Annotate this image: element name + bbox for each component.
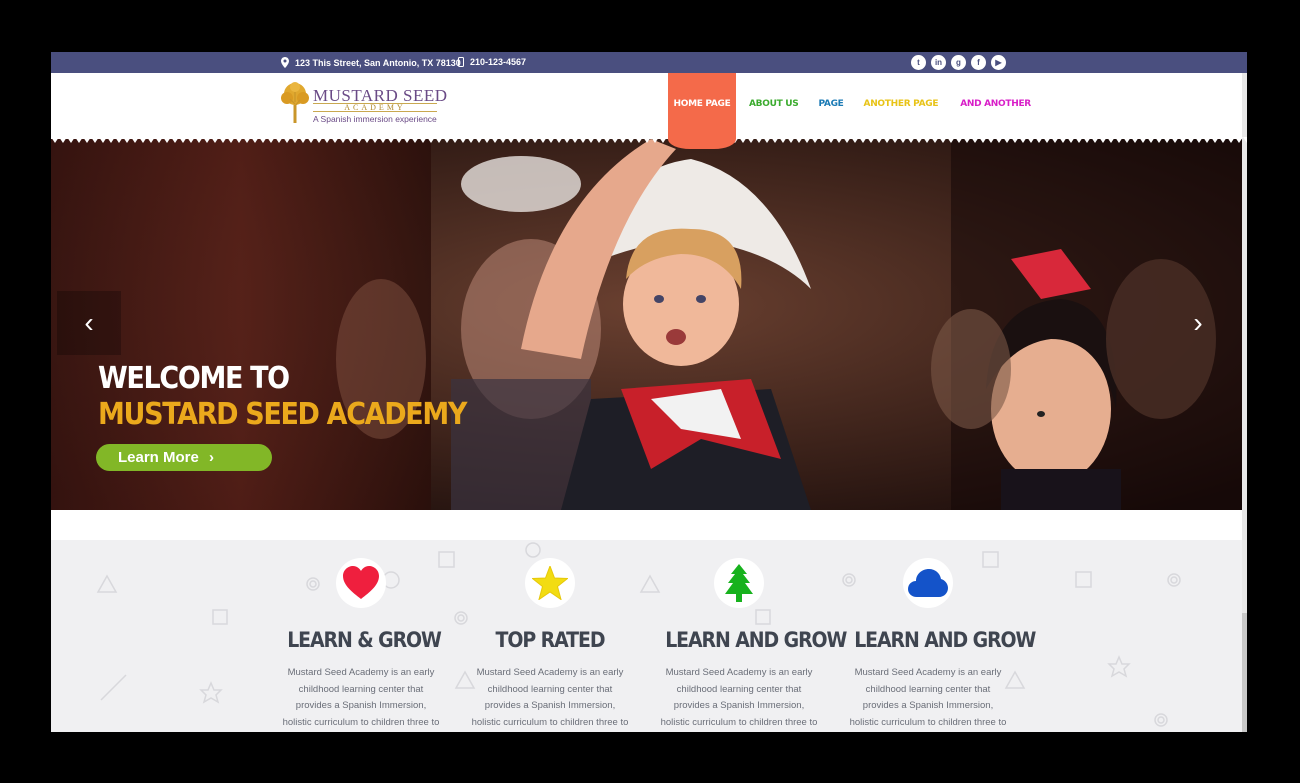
linkedin-icon[interactable]: in bbox=[931, 55, 946, 70]
feature-title: LEARN AND GROW bbox=[854, 628, 1036, 652]
feature-icon-circle bbox=[903, 558, 953, 608]
main-nav: HOME PAGE ABOUT US PAGE ANOTHER PAGE AND… bbox=[668, 73, 1039, 149]
twitter-icon[interactable]: t bbox=[911, 55, 926, 70]
youtube-icon[interactable]: ▶ bbox=[991, 55, 1006, 70]
device-frame: 123 This Street, San Antonio, TX 78130 2… bbox=[0, 0, 1300, 783]
cloud-icon bbox=[908, 569, 948, 597]
decorative-pattern bbox=[96, 542, 1181, 727]
feature-icon-circle bbox=[336, 558, 386, 608]
address-contact: 123 This Street, San Antonio, TX 78130 bbox=[281, 57, 461, 68]
nav-about-us[interactable]: ABOUT US bbox=[741, 73, 806, 139]
feature-title: TOP RATED bbox=[495, 628, 606, 652]
logo-tagline: A Spanish immersion experience bbox=[313, 114, 437, 124]
feature-card-4: LEARN AND GROW Mustard Seed Academy is a… bbox=[846, 558, 1036, 732]
feature-text: Mustard Seed Academy is an early childho… bbox=[471, 667, 629, 728]
heart-icon bbox=[343, 566, 379, 599]
logo-subtitle: ACADEMY bbox=[313, 103, 437, 112]
chevron-left-icon: ‹ bbox=[84, 307, 94, 338]
top-contact-bar: 123 This Street, San Antonio, TX 78130 2… bbox=[51, 52, 1247, 73]
feature-text: Mustard Seed Academy is an early childho… bbox=[849, 667, 1007, 728]
social-links: t in g f ▶ bbox=[911, 55, 1006, 70]
chevron-right-icon: › bbox=[209, 449, 215, 466]
feature-title: LEARN & GROW bbox=[287, 628, 442, 652]
feature-text: Mustard Seed Academy is an early childho… bbox=[660, 667, 818, 728]
site-header: MUSTARD SEED ACADEMY A Spanish immersion… bbox=[51, 73, 1247, 149]
hero-heading-line2: MUSTARD SEED ACADEMY bbox=[98, 397, 467, 432]
facebook-icon[interactable]: f bbox=[971, 55, 986, 70]
section-spacer bbox=[51, 510, 1247, 540]
nav-and-another[interactable]: AND ANOTHER bbox=[946, 73, 1039, 139]
nav-page[interactable]: PAGE bbox=[806, 73, 855, 139]
map-pin-icon bbox=[281, 57, 289, 68]
address-text: 123 This Street, San Antonio, TX 78130 bbox=[295, 57, 461, 68]
slider-prev-button[interactable]: ‹ bbox=[57, 291, 121, 355]
mobile-phone-icon bbox=[458, 57, 464, 67]
tree-logo-icon bbox=[281, 82, 309, 123]
phone-contact[interactable]: 210-123-4567 bbox=[458, 57, 526, 67]
scrollbar-thumb[interactable] bbox=[1242, 613, 1247, 732]
learn-more-label: Learn More bbox=[118, 449, 199, 466]
site-logo[interactable]: MUSTARD SEED ACADEMY A Spanish immersion… bbox=[280, 82, 450, 126]
feature-card-2: TOP RATED Mustard Seed Academy is an ear… bbox=[468, 558, 632, 732]
slider-next-button[interactable]: › bbox=[1166, 291, 1230, 355]
page-scrollbar[interactable] bbox=[1242, 73, 1247, 732]
learn-more-button[interactable]: Learn More › bbox=[96, 444, 272, 471]
feature-icon-circle bbox=[525, 558, 575, 608]
feature-title: LEARN AND GROW bbox=[665, 628, 847, 652]
feature-text: Mustard Seed Academy is an early childho… bbox=[282, 667, 440, 728]
zigzag-divider bbox=[51, 137, 1247, 143]
feature-card-1: LEARN & GROW Mustard Seed Academy is an … bbox=[279, 558, 443, 732]
hero-slider: ‹ › WELCOME TO MUSTARD SEED ACADEMY Lear… bbox=[51, 139, 1242, 510]
nav-home-page[interactable]: HOME PAGE bbox=[668, 73, 736, 149]
hero-heading-line1: WELCOME TO bbox=[98, 361, 290, 396]
feature-card-3: LEARN AND GROW Mustard Seed Academy is a… bbox=[657, 558, 847, 732]
phone-text[interactable]: 210-123-4567 bbox=[470, 57, 526, 67]
google-plus-icon[interactable]: g bbox=[951, 55, 966, 70]
tree-icon bbox=[725, 564, 753, 602]
feature-icon-circle bbox=[714, 558, 764, 608]
nav-another-page[interactable]: ANOTHER PAGE bbox=[856, 73, 947, 139]
features-section: LEARN & GROW Mustard Seed Academy is an … bbox=[51, 540, 1247, 732]
browser-viewport: 123 This Street, San Antonio, TX 78130 2… bbox=[51, 52, 1247, 732]
chevron-right-icon: › bbox=[1193, 307, 1203, 338]
star-icon bbox=[532, 566, 568, 600]
